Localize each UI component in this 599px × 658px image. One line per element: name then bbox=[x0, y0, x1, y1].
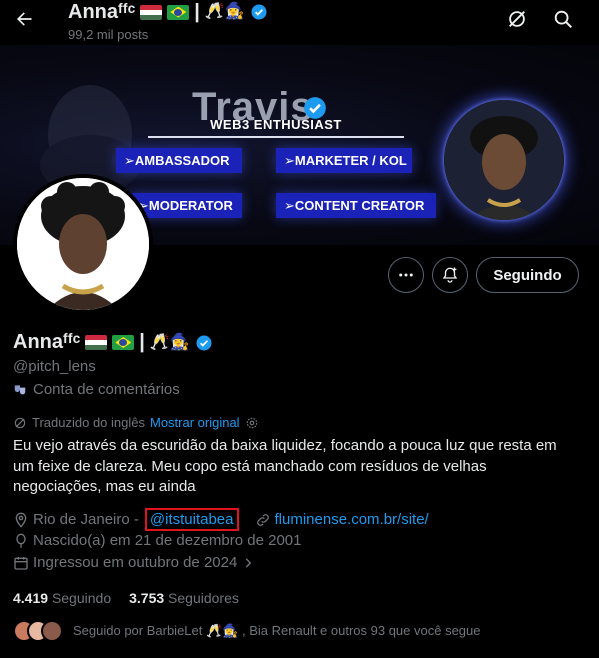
followers-count: 3.753 bbox=[129, 590, 165, 606]
birth-row: Nascido(a) em 21 de dezembro de 2001 bbox=[13, 532, 302, 549]
followed-by-row[interactable]: Seguido por BarbieLet 🥂🧙‍♀️ , Bia Renaul… bbox=[13, 620, 481, 642]
following-stat[interactable]: 4.419 Seguindo bbox=[13, 590, 111, 606]
follow-stats: 4.419 Seguindo 3.753 Seguidores bbox=[13, 590, 239, 606]
profile-category: Conta de comentários bbox=[13, 381, 180, 398]
search-icon bbox=[554, 10, 572, 28]
location-mention-link[interactable]: @itstuitabea bbox=[144, 508, 239, 531]
banner-portrait-drawing bbox=[444, 100, 564, 220]
profile-emojis: 🥂🧙‍♀️ bbox=[149, 333, 190, 351]
banner-role-ambassador: ➢AMBASSADOR bbox=[116, 148, 242, 173]
link-icon bbox=[256, 513, 269, 526]
location-text: Rio de Janeiro - bbox=[33, 511, 139, 528]
more-options-button[interactable] bbox=[388, 257, 424, 293]
theater-masks-icon bbox=[14, 384, 26, 394]
follower-avatar bbox=[41, 620, 63, 642]
translation-row: Traduzido do inglês Mostrar original bbox=[13, 415, 259, 430]
banner-tagline: WEB3 ENTHUSIAST bbox=[148, 117, 404, 138]
profile-bio: Eu vejo através da escuridão da baixa li… bbox=[13, 437, 557, 495]
follower-avatars bbox=[13, 620, 63, 642]
translate-icon bbox=[14, 417, 26, 428]
back-arrow-icon bbox=[17, 12, 32, 26]
search-button[interactable] bbox=[551, 7, 575, 31]
balloon-icon bbox=[16, 533, 26, 548]
chevron-right-icon bbox=[246, 557, 252, 568]
header-name-row: Annaᶠᶠᶜ | 🥂🧙‍♀️ bbox=[68, 1, 268, 23]
notification-bell-icon bbox=[442, 267, 458, 283]
following-label: Seguindo bbox=[51, 590, 112, 606]
back-button[interactable] bbox=[8, 3, 40, 35]
verified-badge-icon bbox=[251, 4, 267, 20]
location-row: Rio de Janeiro - @itstuitabea fluminense… bbox=[13, 508, 429, 531]
calendar-icon bbox=[14, 556, 28, 570]
following-count: 4.419 bbox=[13, 590, 49, 606]
posts-count: 99,2 mil posts bbox=[68, 27, 149, 42]
joined-text: Ingressou em outubro de 2024 bbox=[33, 554, 238, 571]
avatar-portrait-drawing bbox=[17, 178, 149, 310]
profile-separator: | bbox=[139, 331, 145, 353]
website-link[interactable]: fluminense.com.br/site/ bbox=[275, 511, 429, 528]
followed-by-emojis: 🥂🧙‍♀️ bbox=[206, 623, 239, 638]
header-emojis: 🥂🧙‍♀️ bbox=[204, 3, 245, 20]
followed-by-suffix: , Bia Renault e outros 93 que você segue bbox=[242, 623, 481, 638]
banner-portrait-image bbox=[444, 100, 564, 220]
followers-stat[interactable]: 3.753 Seguidores bbox=[129, 590, 239, 606]
followed-by-text: Seguido por BarbieLet 🥂🧙‍♀️ , Bia Renaul… bbox=[73, 623, 481, 639]
top-bar: Annaᶠᶠᶜ | 🥂🧙‍♀️ 99,2 mil posts bbox=[0, 0, 599, 45]
followers-label: Seguidores bbox=[168, 590, 239, 606]
verified-badge-icon[interactable] bbox=[195, 334, 213, 352]
translated-from-label: Traduzido do inglês bbox=[32, 415, 145, 430]
birth-text: Nascido(a) em 21 de dezembro de 2001 bbox=[33, 532, 302, 549]
show-original-link[interactable]: Mostrar original bbox=[150, 415, 240, 430]
header-title-block: Annaᶠᶠᶜ | 🥂🧙‍♀️ 99,2 mil posts bbox=[68, 1, 268, 42]
following-button[interactable]: Seguindo bbox=[476, 257, 579, 293]
profile-name-row: Annaᶠᶠᶜ | 🥂🧙‍♀️ bbox=[13, 331, 213, 354]
location-pin-icon bbox=[15, 512, 27, 528]
profile-handle: @pitch_lens bbox=[13, 358, 96, 375]
brazil-flag-icon bbox=[112, 335, 135, 350]
grok-button[interactable] bbox=[505, 7, 529, 31]
header-separator: | bbox=[194, 1, 200, 23]
header-name: Annaᶠᶠᶜ bbox=[68, 1, 136, 23]
slashed-search-icon bbox=[509, 11, 525, 27]
more-icon bbox=[399, 273, 413, 277]
hungary-flag-icon bbox=[140, 4, 163, 20]
joined-row[interactable]: Ingressou em outubro de 2024 bbox=[13, 554, 255, 571]
hungary-flag-icon bbox=[85, 335, 108, 350]
top-icons bbox=[505, 7, 575, 31]
banner-role-marketer: ➢MARKETER / KOL bbox=[276, 148, 412, 173]
profile-name: Annaᶠᶠᶜ bbox=[13, 331, 81, 353]
profile-avatar[interactable] bbox=[13, 174, 153, 314]
settings-gear-icon[interactable] bbox=[245, 416, 259, 430]
brazil-flag-icon bbox=[167, 4, 190, 20]
banner-role-content-creator: ➢CONTENT CREATOR bbox=[276, 193, 436, 218]
notifications-button[interactable] bbox=[432, 257, 468, 293]
followed-by-prefix: Seguido por BarbieLet bbox=[73, 623, 203, 638]
category-label: Conta de comentários bbox=[33, 381, 180, 398]
